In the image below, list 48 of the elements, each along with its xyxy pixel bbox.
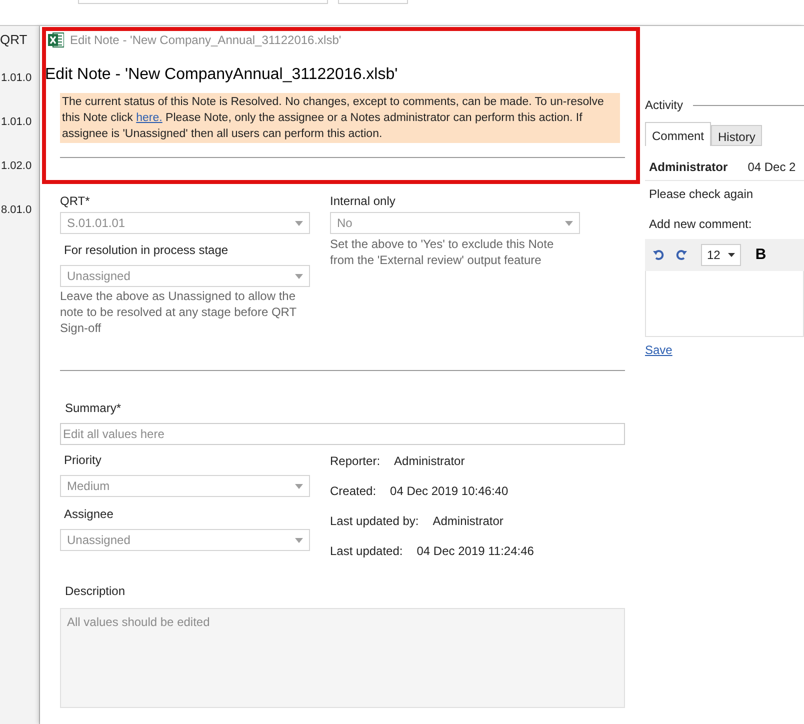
caret-icon <box>728 253 736 257</box>
column-header: QRT <box>0 31 28 49</box>
here-link[interactable]: here. <box>136 112 162 124</box>
status-banner: The current status of this Note is Resolved. No changes, except to comments, can be made. To un-resolve this Note click here. Please Note, only the assignee or a Notes administrator can perform this action. If assignee is 'Unassigned' then all users can perform this action. <box>60 93 620 143</box>
meta-label: Last updated by: <box>330 513 419 528</box>
dialog-heading: Edit Note - 'New CompanyAnnual_31122016.xlsb' <box>45 65 399 85</box>
meta-value: 04 Dec 2019 10:46:40 <box>390 483 508 498</box>
caret-icon <box>295 274 303 278</box>
section-title: Activity <box>645 97 684 114</box>
help-text: Leave the above as Unassigned to allow the note to be resolved at any stage before QRT Sign-off <box>60 288 298 336</box>
table-cell-text: 8.01.0 <box>0 203 33 218</box>
field-label: QRT* <box>60 193 91 210</box>
comment-author: Administrator <box>649 159 728 176</box>
meta-value: 04 Dec 2019 11:24:46 <box>416 543 534 558</box>
spreadsheet-app-icon <box>48 32 64 48</box>
field-label: Add new comment: <box>648 216 753 233</box>
caret-icon <box>295 220 303 226</box>
caret-icon <box>295 538 303 542</box>
window-title: Edit Note - 'New Company_Annual_31122016.xlsb' <box>70 32 342 49</box>
save-link[interactable]: Save <box>645 341 672 359</box>
caret-icon <box>295 484 303 488</box>
field-label: Priority <box>64 452 102 469</box>
comment-text: Please check again <box>648 186 754 203</box>
meta-label: Reporter: <box>330 453 380 468</box>
caret-icon <box>565 220 573 226</box>
comment-date: 04 Dec 2 <box>748 159 796 176</box>
comment-editor[interactable] <box>645 271 804 337</box>
meta-label: Last updated: <box>330 543 403 558</box>
field-label: For resolution in process stage <box>64 242 230 259</box>
undo-icon[interactable] <box>653 249 665 261</box>
field-label: Description <box>65 583 126 600</box>
font-size-dropdown[interactable]: 12 <box>701 244 742 266</box>
tab[interactable]: History <box>711 125 762 146</box>
table-cell-text: 1.01.0 <box>0 71 33 86</box>
table-cell-text: 1.02.0 <box>0 159 33 174</box>
meta-value: Administrator <box>394 453 465 468</box>
toolbar-field[interactable] <box>78 0 328 4</box>
field-label: Internal only <box>330 193 396 210</box>
meta-label: Created: <box>330 483 376 498</box>
meta-value: Administrator <box>432 513 504 528</box>
field-label: Assignee <box>64 506 114 523</box>
table-cell-text: 1.01.0 <box>0 115 33 130</box>
redo-icon[interactable] <box>675 249 687 261</box>
bold-button[interactable]: B <box>755 244 766 266</box>
toolbar-field[interactable] <box>338 0 408 4</box>
field-label: Summary* <box>65 400 122 417</box>
tab[interactable]: Comment <box>645 122 712 146</box>
help-text: Set the above to 'Yes' to exclude this Note from the 'External review' output feature <box>330 236 555 268</box>
